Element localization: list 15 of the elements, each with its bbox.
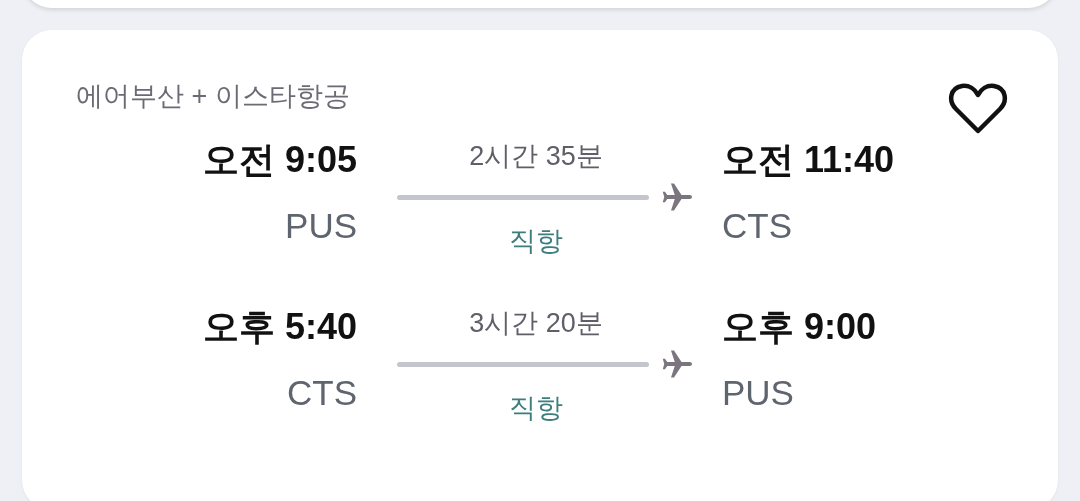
nonstop-label: 직항 (509, 225, 563, 258)
arrival-time: 오전 11:40 (722, 138, 895, 182)
flight-duration: 2시간 35분 (469, 140, 603, 173)
departure-time: 오전 9:05 (202, 138, 357, 182)
nonstop-label: 직항 (509, 392, 563, 425)
heart-icon[interactable] (948, 82, 1008, 136)
flight-card[interactable]: 에어부산 + 이스타항공 오전 9:05 PUS 2시간 35분 직항 오전 11:40 CTS 오후 5:40 CTS 3시간 20분 직항 오후 9:00 PUS (22, 30, 1058, 501)
departure-time: 오후 5:40 (202, 305, 357, 349)
departure-airport: CTS (287, 372, 357, 414)
arrival-time: 오후 9:00 (722, 305, 877, 349)
airline-name: 에어부산 + 이스타항공 (76, 80, 350, 112)
arrival-airport: CTS (722, 205, 792, 247)
departure-airport: PUS (285, 205, 357, 247)
flight-duration: 3시간 20분 (469, 307, 603, 340)
arrival-airport: PUS (722, 372, 794, 414)
